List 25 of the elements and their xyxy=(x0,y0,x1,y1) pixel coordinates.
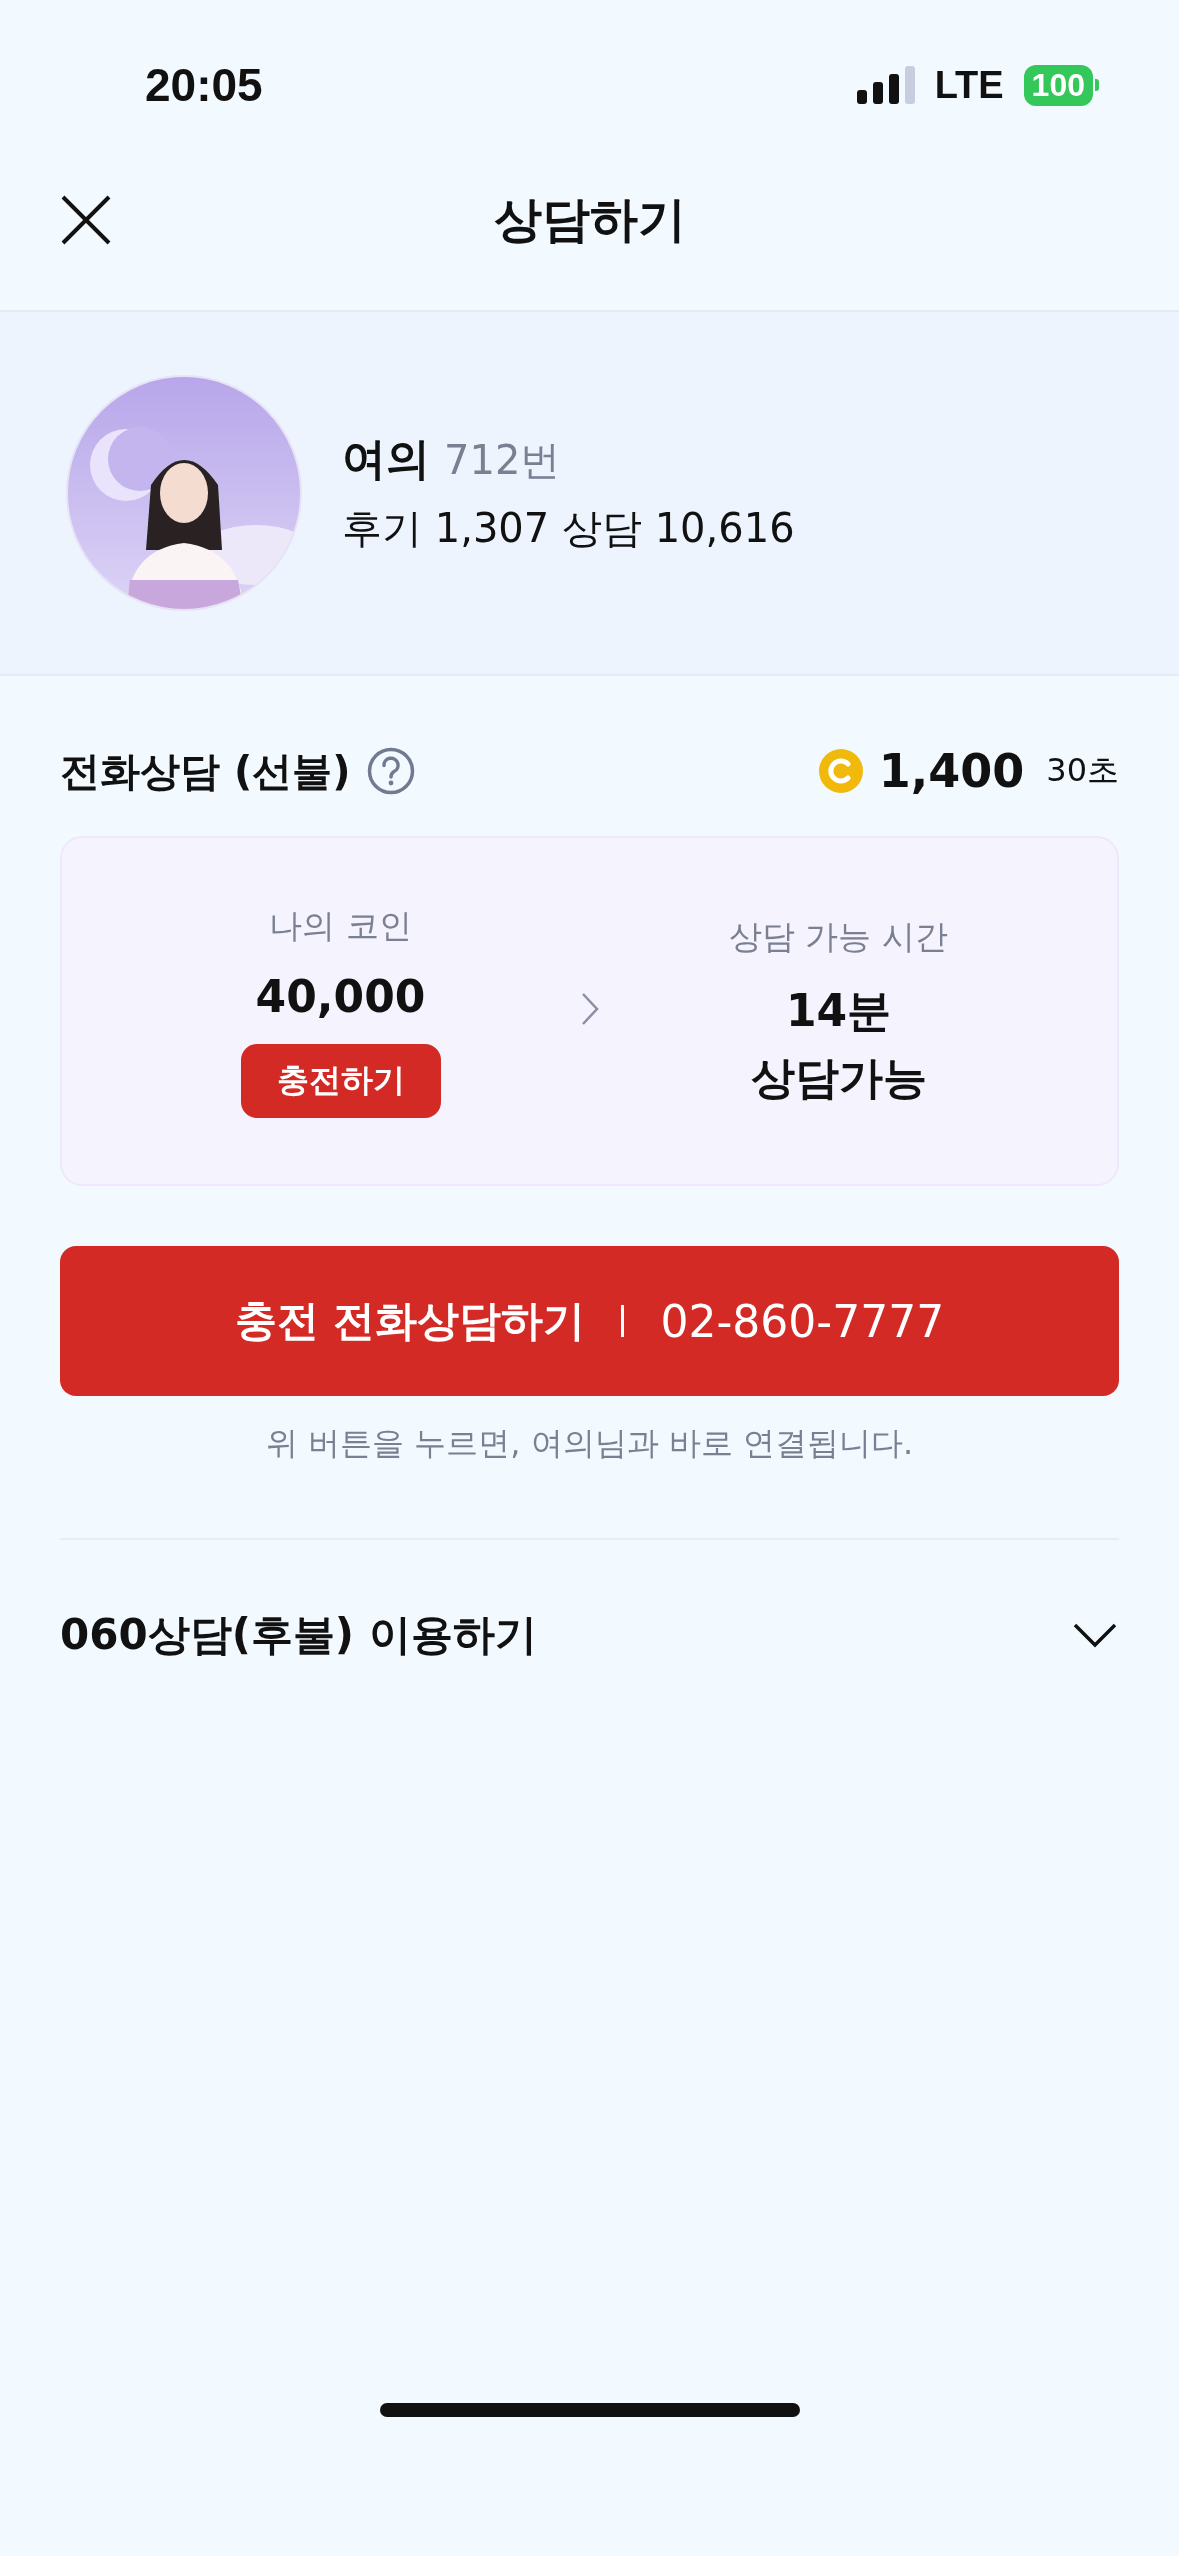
battery-level: 100 xyxy=(1023,64,1093,106)
price-unit: 30초 xyxy=(1046,750,1119,791)
charge-button[interactable]: 충전하기 xyxy=(240,1044,441,1118)
available-time: 14분 xyxy=(785,983,892,1038)
coin-label: 나의 코인 xyxy=(269,905,412,947)
coin-balance: 40,000 xyxy=(255,971,426,1022)
coin-icon xyxy=(818,749,863,793)
status-time: 20:05 xyxy=(145,58,263,112)
info-text: 위 버튼을 누르면, 여의님과 바로 연결됩니다. xyxy=(264,1423,915,1464)
network-label: LTE xyxy=(934,63,1004,107)
help-icon[interactable] xyxy=(366,747,415,795)
postpaid-label: 060상담(후불) 이용하기 xyxy=(60,1609,537,1661)
signal-icon xyxy=(856,66,915,104)
counselor-name: 여의 xyxy=(342,432,430,486)
availability-text: 상담가능 xyxy=(750,1050,927,1105)
counselor-number: 712번 xyxy=(444,436,561,485)
section-title: 전화상담 (선불) xyxy=(60,746,351,796)
close-icon[interactable] xyxy=(60,194,112,246)
price-value: 1,400 xyxy=(878,744,1025,798)
postpaid-toggle[interactable]: 060상담(후불) 이용하기 xyxy=(60,1540,1119,1730)
counselor-stats: 후기 1,307 상담 10,616 xyxy=(342,504,795,553)
call-button[interactable]: 충전 전화상담하기 02-860-7777 xyxy=(60,1246,1119,1396)
page-title: 상담하기 xyxy=(493,190,686,249)
time-label: 상담 가능 시간 xyxy=(729,915,948,958)
chevron-right-icon xyxy=(580,992,599,1026)
